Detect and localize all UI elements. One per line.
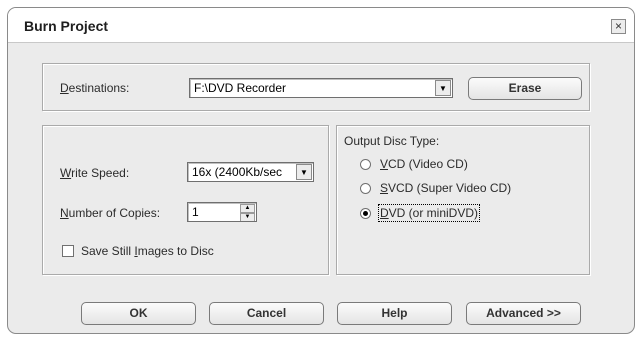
dvd-label: DVD (or miniDVD) [377, 204, 481, 222]
spin-up-icon[interactable]: ▲ [240, 204, 255, 213]
write-speed-dropdown[interactable]: 16x (2400Kb/sec ▼ [187, 162, 314, 182]
copies-label: Number of Copies: [60, 206, 161, 220]
ok-button[interactable]: OK [81, 302, 196, 325]
output-disc-title: Output Disc Type: [344, 134, 440, 148]
title-bar: Burn Project × [8, 8, 634, 43]
destinations-value: F:\DVD Recorder [194, 81, 287, 95]
copies-value: 1 [192, 205, 199, 219]
radio-dvd[interactable] [360, 208, 371, 219]
advanced-button[interactable]: Advanced >> [466, 302, 581, 325]
write-settings-panel: Write Speed: 16x (2400Kb/sec ▼ Number of… [42, 125, 329, 275]
close-icon: × [614, 19, 622, 33]
save-still-label: Save Still Images to Disc [81, 244, 214, 258]
help-button[interactable]: Help [337, 302, 452, 325]
chevron-down-icon[interactable]: ▼ [435, 80, 451, 96]
close-button[interactable]: × [611, 19, 626, 34]
destinations-panel: Destinations: F:\DVD Recorder ▼ Erase [42, 63, 590, 111]
radio-vcd[interactable] [360, 159, 371, 170]
save-still-checkbox[interactable] [62, 245, 74, 257]
radio-svcd[interactable] [360, 183, 371, 194]
write-speed-label: Write Speed: [60, 166, 130, 180]
dialog-title: Burn Project [24, 18, 109, 34]
chevron-down-icon[interactable]: ▼ [296, 164, 312, 180]
destinations-dropdown[interactable]: F:\DVD Recorder ▼ [189, 78, 453, 98]
svcd-label: SVCD (Super Video CD) [380, 181, 512, 195]
burn-project-dialog: Burn Project × Destinations: F:\DVD Reco… [7, 7, 635, 334]
write-speed-value: 16x (2400Kb/sec [192, 165, 283, 179]
spin-down-icon[interactable]: ▼ [240, 213, 255, 221]
output-disc-panel: Output Disc Type: VCD (Video CD) SVCD (S… [336, 125, 590, 275]
vcd-label: VCD (Video CD) [380, 157, 468, 171]
copies-stepper[interactable]: 1 ▲ ▼ [187, 202, 257, 222]
cancel-button[interactable]: Cancel [209, 302, 324, 325]
destinations-label: Destinations: [60, 81, 130, 95]
erase-button[interactable]: Erase [468, 77, 582, 100]
